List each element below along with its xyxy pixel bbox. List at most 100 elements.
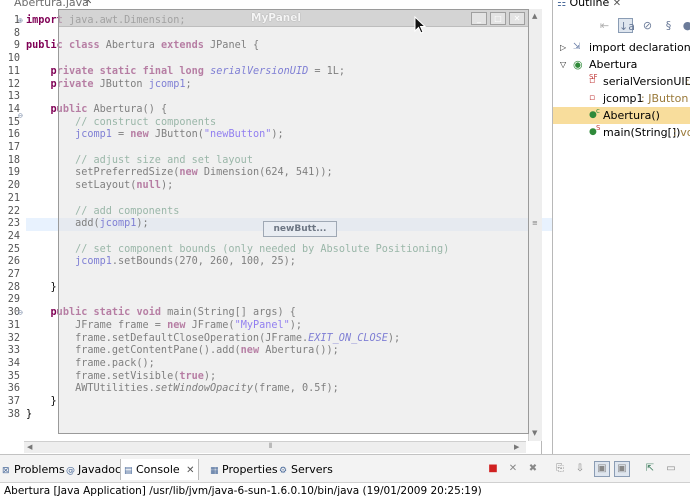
line-number: 13 (7, 91, 20, 103)
outline-item-constructor[interactable]: ● c Abertura() (553, 107, 690, 124)
line-number: 20 (7, 180, 20, 192)
servers-icon: ⚙ (279, 466, 288, 476)
constructor-marker: c (596, 107, 600, 115)
console-status-text: Abertura [Java Application] /usr/lib/jvm… (4, 485, 482, 497)
line-number: 33 (7, 345, 20, 357)
tab-javadoc[interactable]: @ Javadoc (66, 461, 121, 478)
terminate-icon[interactable]: ■ (487, 463, 499, 475)
bottom-panel-tabs: ⊠ Problems @ Javadoc ▤ Console ✕ ▦ Propertie… (0, 454, 690, 482)
outline-view: ☷ Outline ✕ ⇤ ↓a ⊘ § ● ▷ ⇲ import declar… (552, 0, 690, 454)
outline-item-label: jcomp1 (603, 92, 644, 105)
editor-horizontal-scrollbar[interactable]: ◀ ⦀ ▶ (24, 441, 526, 453)
tab-label: Properties (222, 463, 278, 476)
line-number: 8 (13, 27, 20, 39)
scroll-grip-icon[interactable]: ⦀ (269, 442, 272, 451)
line-number: 32 (7, 332, 20, 344)
line-number: 10 (7, 53, 20, 65)
outline-tab[interactable]: ☷ Outline ✕ (557, 0, 621, 9)
outline-item-type: : JButton (641, 92, 689, 105)
new-button[interactable]: newButt... (263, 221, 337, 237)
outline-tab-label[interactable]: Outline (569, 0, 609, 9)
pin-console-icon[interactable]: ⇱ (644, 463, 656, 475)
outline-item-main[interactable]: ● S main(String[]) : void (553, 124, 690, 141)
editor-tab-close-icon[interactable]: ✕ (84, 0, 92, 7)
line-number: 21 (7, 192, 20, 204)
scroll-left-icon[interactable]: ◀ (27, 443, 32, 451)
outline-item-label: main(String[]) (603, 126, 681, 139)
line-number: 26 (7, 256, 20, 268)
fold-collapse-icon[interactable]: ⊖ (18, 110, 23, 123)
line-number: 25 (7, 243, 20, 255)
maximize-button[interactable]: □ (490, 12, 506, 25)
outline-item-type: : void (673, 126, 690, 139)
outline-icon: ☷ (557, 0, 566, 9)
fold-column: ⊕ ⊖ ⊖ (18, 9, 24, 441)
tab-label: Servers (291, 463, 333, 476)
line-number: 34 (7, 357, 20, 369)
static-marker: S (596, 124, 601, 132)
hide-static-icon[interactable]: § (661, 18, 676, 33)
private-field-icon: ▫ (589, 93, 596, 103)
tab-label: Console (136, 463, 180, 476)
minimize-button[interactable]: _ (471, 12, 487, 25)
tab-close-icon[interactable]: ✕ (186, 465, 194, 476)
mypanel-titlebar[interactable]: MyPanel _ □ ✕ (59, 10, 528, 27)
static-final-field-icon: ▫ (589, 76, 596, 86)
line-number: 19 (7, 167, 20, 179)
line-number: 14 (7, 103, 20, 115)
mypanel-window[interactable]: MyPanel _ □ ✕ newButt... (58, 9, 529, 434)
hide-non-public-icon[interactable]: ● (680, 18, 690, 33)
scroll-right-icon[interactable]: ▶ (514, 443, 519, 451)
line-number: 9 (13, 40, 20, 52)
fold-expand-icon[interactable]: ⊕ (18, 15, 23, 28)
tab-label: Problems (14, 463, 65, 476)
expand-arrow-icon[interactable]: ▷ (560, 39, 566, 56)
collapse-arrow-icon[interactable]: ▽ (560, 56, 566, 73)
scroll-grip-icon[interactable]: ≡ (532, 219, 538, 227)
tab-problems[interactable]: ⊠ Problems (2, 461, 65, 478)
outline-item-class[interactable]: ▽ ◉ Abertura (553, 56, 690, 73)
editor-tab[interactable]: Abertura.java ✕ (0, 0, 110, 9)
open-console-icon[interactable]: ▭ (665, 463, 677, 475)
line-number: 11 (7, 65, 20, 77)
tab-console[interactable]: ▤ Console ✕ (120, 459, 199, 480)
hide-fields-icon[interactable]: ⊘ (640, 18, 655, 33)
line-number: 38 (7, 408, 20, 420)
line-number: 35 (7, 370, 20, 382)
editor-tab-label[interactable]: Abertura.java (14, 0, 89, 9)
tab-properties[interactable]: ▦ Properties (210, 461, 278, 478)
mouse-cursor-icon (414, 16, 427, 34)
fold-collapse-icon[interactable]: ⊖ (18, 307, 23, 320)
show-on-stdout-icon[interactable]: ▣ (594, 461, 610, 477)
outline-item-field-jcomp1[interactable]: ▫ jcomp1 : JButton (553, 90, 690, 107)
outline-tab-close-icon[interactable]: ✕ (613, 0, 621, 9)
scroll-lock-icon[interactable]: ⇩ (574, 463, 586, 475)
close-button[interactable]: ✕ (509, 12, 525, 25)
outline-toolbar: ⇤ ↓a ⊘ § ● (553, 13, 690, 39)
imports-icon: ⇲ (573, 42, 581, 52)
scroll-up-icon[interactable]: ▲ (532, 12, 537, 20)
outline-item-label: Abertura (589, 58, 638, 71)
outline-item-field-serial[interactable]: SF ▫ serialVersionUID : long (553, 73, 690, 90)
scroll-down-icon[interactable]: ▼ (532, 429, 537, 437)
line-number: 27 (7, 269, 20, 280)
remove-launch-icon[interactable]: ✕ (507, 463, 519, 475)
editor-vertical-scrollbar[interactable]: ▲ ≡ ▼ (528, 9, 542, 441)
collapse-all-icon[interactable]: ⇤ (597, 18, 612, 33)
line-number: 24 (7, 230, 20, 242)
sort-icon[interactable]: ↓a (618, 18, 635, 33)
tab-servers[interactable]: ⚙ Servers (279, 461, 333, 478)
outline-item-imports[interactable]: ▷ ⇲ import declarations (553, 39, 690, 56)
remove-all-icon[interactable]: ✖ (527, 463, 539, 475)
show-on-stderr-icon[interactable]: ▣ (614, 461, 630, 477)
line-number: 28 (7, 281, 20, 293)
line-number: 30 (7, 307, 20, 319)
line-number: 17 (7, 142, 20, 153)
line-number: 16 (7, 129, 20, 141)
clear-console-icon[interactable]: ⎘ (554, 463, 566, 475)
line-number: 29 (7, 294, 20, 306)
javadoc-icon: @ (66, 466, 75, 476)
line-number: 36 (7, 383, 20, 395)
line-number: 31 (7, 319, 20, 331)
outline-item-label: import declarations (589, 41, 690, 54)
